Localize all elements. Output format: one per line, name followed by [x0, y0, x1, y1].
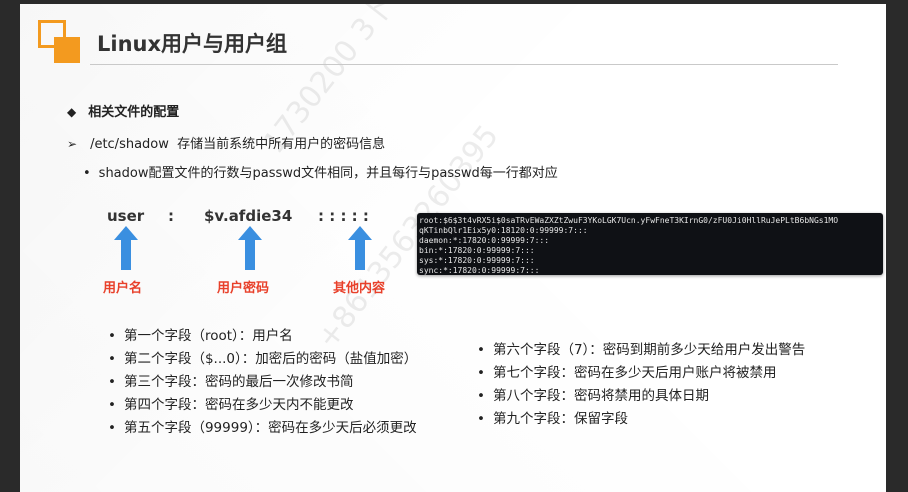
terminal-screenshot: root:$6$3t4vRX5i$0saTRvEWaZXZtZwuF3YKoLG… [417, 213, 883, 275]
terminal-line: sys:*:17820:0:99999:7::: [419, 256, 535, 265]
terminal-line: root:$6$3t4vRX5i$0saTRvEWaZXZtZwuF3YKoLG… [419, 216, 839, 225]
list-item: • 第九个字段：保留字段 [477, 411, 628, 427]
slide: 1730200 3卜一凡 +8613563260395 Linux用户与用户组 … [20, 4, 886, 492]
dot-bullet-icon: • [108, 328, 116, 344]
dot-bullet-icon: • [108, 397, 116, 413]
list-item: • 第一个字段（root）：用户名 [108, 328, 293, 344]
dot-bullet-icon: • [108, 351, 116, 367]
diamond-bullet-icon: ◆ [67, 105, 77, 119]
up-arrow-icon [348, 226, 372, 270]
shadow-path-description: 存储当前系统中所有用户的密码信息 [177, 137, 386, 152]
dot-bullet-icon: • [477, 365, 485, 381]
label-username: 用户名 [103, 281, 143, 296]
field-rest: : : : : : [318, 207, 369, 225]
list-item: • 第五个字段（99999）：密码在多少天后必须更改 [108, 420, 417, 436]
section-heading: ◆ 相关文件的配置 [67, 101, 179, 120]
dot-bullet-icon: • [477, 388, 485, 404]
dot-bullet-icon: • [477, 342, 485, 358]
field-password: $v.afdie34 [204, 207, 293, 225]
label-other: 其他内容 [333, 281, 386, 296]
dot-bullet-icon: • [108, 420, 116, 436]
dot-bullet-icon: • [83, 166, 91, 181]
field-user: user [107, 207, 145, 225]
list-item: • 第七个字段：密码在多少天后用户账户将被禁用 [477, 365, 777, 381]
terminal-line: sync:*:17820:0:99999:7::: [419, 266, 540, 275]
arrow-bullet-icon: ➢ [67, 137, 78, 151]
label-user-password: 用户密码 [217, 281, 270, 296]
shadow-note: • shadow配置文件的行数与passwd文件相同，并且每行与passwd每一行… [83, 162, 558, 181]
slide-title: Linux用户与用户组 [97, 32, 288, 56]
dot-bullet-icon: • [477, 411, 485, 427]
terminal-line: daemon:*:17820:0:99999:7::: [419, 236, 550, 245]
dot-bullet-icon: • [108, 374, 116, 390]
terminal-line: qKTinbQlr1Eix5y0:18120:0:99999:7::: [419, 226, 588, 235]
up-arrow-icon [114, 226, 138, 270]
title-divider [90, 64, 838, 65]
list-item: • 第四个字段：密码在多少天内不能更改 [108, 397, 354, 413]
field-colon: : [168, 207, 174, 225]
list-item: • 第三个字段：密码的最后一次修改书简 [108, 374, 354, 390]
shadow-path: /etc/shadow [90, 137, 169, 152]
section-heading-text: 相关文件的配置 [88, 105, 180, 120]
up-arrow-icon [238, 226, 262, 270]
list-item: • 第八个字段：密码将禁用的具体日期 [477, 388, 709, 404]
list-item: • 第二个字段（$...0）：加密后的密码（盐值加密） [108, 351, 418, 367]
field-list-left: • 第一个字段（root）：用户名 • 第二个字段（$...0）：加密后的密码（盐值… [108, 325, 417, 440]
field-list-right: • 第六个字段（7）：密码到期前多少天给用户发出警告 • 第七个字段：密码在多少天后… [477, 339, 805, 431]
logo-filled-square-icon [54, 37, 80, 63]
shadow-path-line: ➢ /etc/shadow 存储当前系统中所有用户的密码信息 [67, 133, 385, 152]
shadow-note-text: shadow配置文件的行数与passwd文件相同，并且每行与passwd每一行都… [98, 166, 558, 181]
list-item: • 第六个字段（7）：密码到期前多少天给用户发出警告 [477, 342, 806, 358]
terminal-line: bin:*:17820:0:99999:7::: [419, 246, 535, 255]
